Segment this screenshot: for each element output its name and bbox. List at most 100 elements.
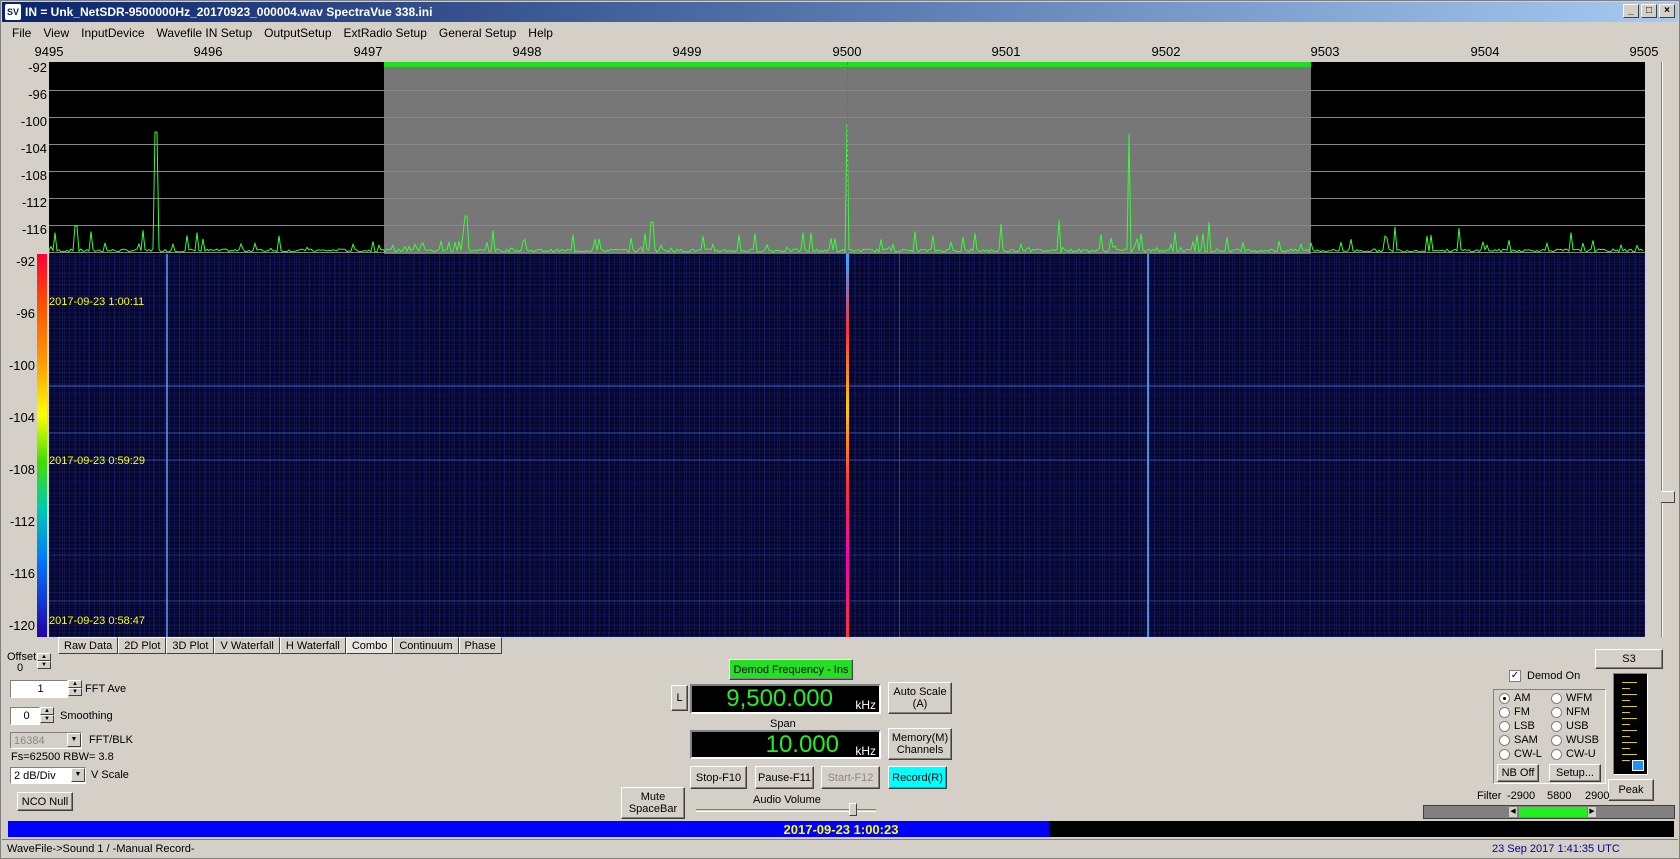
spin-down-icon[interactable]: ▼	[37, 661, 51, 669]
arrow-left-icon[interactable]: ◀	[1509, 807, 1517, 817]
chevron-down-icon[interactable]: ▼	[71, 768, 85, 782]
mode-wusb[interactable]: WUSB	[1551, 734, 1599, 746]
mode-label: NFM	[1566, 706, 1590, 718]
stop-button[interactable]: Stop-F10	[690, 766, 747, 789]
mode-cw-l[interactable]: CW-L	[1499, 748, 1542, 760]
spectrum-y-label: -108	[20, 168, 47, 183]
spin-up-icon[interactable]: ▲	[40, 707, 54, 715]
l-button[interactable]: L	[671, 685, 688, 711]
mute-button[interactable]: Mute SpaceBar	[621, 787, 685, 819]
waterfall-y-label: -100	[8, 358, 35, 373]
menu-general-setup[interactable]: General Setup	[433, 26, 522, 40]
smoothing-spinner[interactable]: ▲ ▼	[40, 707, 54, 723]
fft-ave-spinner[interactable]: ▲ ▼	[68, 680, 82, 696]
freq-tick: 9500	[832, 44, 862, 59]
mode-usb[interactable]: USB	[1551, 720, 1589, 732]
spin-down-icon[interactable]: ▼	[68, 688, 82, 696]
menu-file[interactable]: File	[6, 26, 37, 40]
tab-combo[interactable]: Combo	[345, 637, 394, 654]
s-meter-segment	[1622, 682, 1637, 683]
freq-tick: 9496	[193, 44, 223, 59]
tuning-marker[interactable]	[847, 62, 848, 254]
record-button[interactable]: Record(R)	[888, 766, 947, 789]
span-display[interactable]: 10.000 kHz	[690, 730, 881, 759]
mode-label: FM	[1514, 706, 1530, 718]
mode-label: SAM	[1514, 734, 1538, 746]
smoothing-label: Smoothing	[60, 710, 113, 722]
mode-cw-u[interactable]: CW-U	[1551, 748, 1596, 760]
spectrum-y-label: -100	[20, 114, 47, 129]
s-meter-segment	[1622, 712, 1630, 713]
fft-ave-input[interactable]: 1	[10, 680, 68, 698]
spin-up-icon[interactable]: ▲	[37, 653, 51, 661]
memory-channels-button[interactable]: Memory(M) Channels	[888, 728, 952, 760]
filter-slider[interactable]: ◀ ▶	[1423, 805, 1675, 819]
tab-v-waterfall[interactable]: V Waterfall	[214, 637, 280, 654]
chevron-down-icon[interactable]: ▼	[67, 733, 81, 747]
spectrum-trace-line	[49, 123, 1644, 254]
waterfall-carrier-line	[846, 254, 849, 637]
menu-help[interactable]: Help	[522, 26, 559, 40]
tab-phase[interactable]: Phase	[458, 637, 502, 654]
slider-thumb[interactable]	[1653, 491, 1675, 503]
filter-label: Filter	[1477, 790, 1502, 802]
menu-outputsetup[interactable]: OutputSetup	[258, 26, 337, 40]
mode-wfm[interactable]: WFM	[1551, 692, 1592, 704]
waterfall-timestamp: 2017-09-23 1:00:11	[49, 296, 145, 308]
mode-am[interactable]: AM	[1499, 692, 1531, 704]
peak-button[interactable]: Peak	[1608, 779, 1654, 801]
maximize-button[interactable]: □	[1641, 4, 1657, 18]
title-bar[interactable]: SV IN = Unk_NetSDR-9500000Hz_20170923_00…	[2, 2, 1678, 22]
window-title: IN = Unk_NetSDR-9500000Hz_20170923_00000…	[25, 5, 433, 19]
arrow-right-icon[interactable]: ▶	[1588, 807, 1596, 817]
scale-slider[interactable]	[1653, 62, 1675, 637]
offset-spinner[interactable]: ▲ ▼	[37, 653, 51, 669]
s-meter-segment	[1622, 730, 1637, 731]
close-button[interactable]: ×	[1659, 4, 1675, 18]
pause-button[interactable]: Pause-F11	[755, 766, 814, 789]
tab-raw-data[interactable]: Raw Data	[58, 637, 119, 654]
span-value: 10.000	[765, 731, 839, 758]
s-meter-segment	[1622, 694, 1637, 695]
audio-volume-thumb[interactable]	[848, 803, 857, 816]
mode-sam[interactable]: SAM	[1499, 734, 1538, 746]
mode-fm[interactable]: FM	[1499, 706, 1530, 718]
menu-bar: File View InputDevice Wavefile IN Setup …	[2, 23, 1678, 42]
s-meter-segment	[1622, 706, 1637, 707]
mode-nfm[interactable]: NFM	[1551, 706, 1590, 718]
menu-wavefile-in-setup[interactable]: Wavefile IN Setup	[151, 26, 259, 40]
tab-continuum[interactable]: Continuum	[393, 637, 459, 654]
filter-passband[interactable]	[1519, 807, 1587, 817]
tab-2d-plot[interactable]: 2D Plot	[118, 637, 167, 654]
radio-dot	[1499, 734, 1510, 746]
minimize-button[interactable]: _	[1623, 4, 1639, 18]
playback-progress[interactable]: 2017-09-23 1:00:23	[8, 821, 1674, 837]
waterfall-display[interactable]: 2017-09-23 1:00:11 2017-09-23 0:59:29 20…	[49, 254, 1645, 637]
demod-on-checkbox[interactable]: ✓	[1509, 670, 1521, 682]
frequency-display[interactable]: 9,500.000 kHz	[690, 684, 881, 714]
nco-null-button[interactable]: NCO Null	[17, 792, 73, 811]
nb-off-button[interactable]: NB Off	[1497, 764, 1539, 782]
menu-extradio-setup[interactable]: ExtRadio Setup	[338, 26, 433, 40]
start-button[interactable]: Start-F12	[821, 766, 880, 789]
freq-tick: 9497	[353, 44, 383, 59]
spin-down-icon[interactable]: ▼	[40, 715, 54, 723]
freq-tick: 9502	[1151, 44, 1181, 59]
mode-lsb[interactable]: LSB	[1499, 720, 1535, 732]
waterfall-timestamp: 2017-09-23 0:59:29	[49, 455, 146, 467]
waterfall-carrier-line	[1147, 254, 1149, 637]
frequency-unit: kHz	[855, 698, 876, 712]
tab-3d-plot[interactable]: 3D Plot	[166, 637, 215, 654]
waterfall-color-scale	[37, 254, 47, 637]
menu-view[interactable]: View	[37, 26, 75, 40]
auto-scale-button[interactable]: Auto Scale (A)	[888, 682, 952, 714]
spin-up-icon[interactable]: ▲	[68, 680, 82, 688]
menu-inputdevice[interactable]: InputDevice	[75, 26, 150, 40]
tab-h-waterfall[interactable]: H Waterfall	[279, 637, 346, 654]
spectrum-plot[interactable]	[49, 62, 1645, 254]
demod-frequency-button[interactable]: Demod Frequency - Ins	[729, 659, 853, 680]
setup-button[interactable]: Setup...	[1549, 764, 1601, 782]
s-meter-segment	[1622, 760, 1630, 761]
status-right: 23 Sep 2017 1:41:35 UTC	[1492, 843, 1620, 855]
smoothing-input[interactable]: 0	[10, 707, 40, 725]
